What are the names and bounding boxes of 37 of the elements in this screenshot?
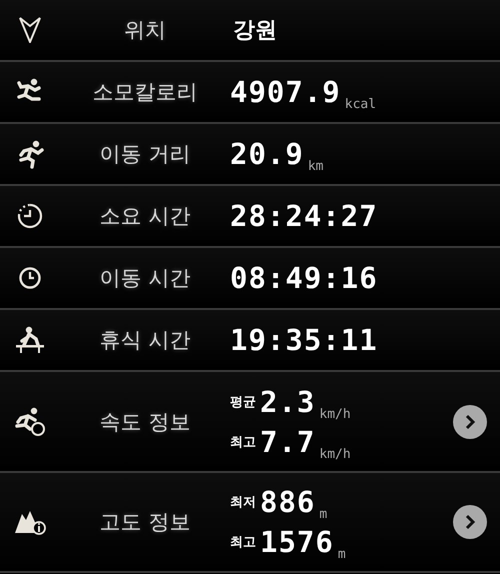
unit-label: m: [338, 547, 346, 562]
row-label: 이동 거리: [100, 141, 190, 168]
stat-value: 28:24:27: [230, 199, 378, 233]
stat-value: 20.9: [230, 137, 304, 171]
row-label: 소모칼로리: [92, 79, 198, 106]
chevron-button[interactable]: [453, 404, 487, 438]
row-label: 속도 정보: [100, 408, 190, 436]
stat-value: 19:35:11: [230, 323, 378, 357]
sub-label: 최고: [230, 434, 256, 450]
resting-figure-icon: [14, 325, 46, 355]
chevron-icon: [463, 514, 477, 530]
unit-label: km: [308, 159, 324, 174]
stat-value: 7.7: [260, 424, 316, 458]
chevron-icon: [463, 414, 477, 430]
stopwatch-icon: [16, 202, 44, 230]
stat-value: 08:49:16: [230, 261, 378, 295]
row-label: 소요 시간: [100, 203, 190, 230]
row-label: 고도 정보: [100, 509, 190, 536]
stat-value: 4907.9: [230, 75, 341, 109]
clock-icon: [18, 266, 42, 290]
unit-label: m: [319, 507, 328, 522]
stat-value: 2.3: [260, 384, 316, 418]
stat-value: 886: [260, 485, 316, 519]
arrowhead-icon: [19, 17, 41, 43]
location-value: 강원: [232, 17, 277, 45]
row-label: 이동 시간: [100, 265, 190, 292]
row-label: 휴식 시간: [100, 327, 190, 354]
sub-label: 최고: [230, 534, 256, 551]
unit-label: km/h: [319, 446, 351, 462]
runner-speed-icon: [13, 406, 47, 438]
unit-label: kcal: [344, 97, 376, 112]
sub-label: 평균: [230, 394, 256, 410]
unit-label: km/h: [319, 406, 351, 422]
chevron-button[interactable]: [453, 505, 487, 539]
sub-label: 최저: [230, 494, 256, 511]
stat-value: 1576: [260, 525, 334, 559]
row-label: 위치: [124, 17, 166, 44]
